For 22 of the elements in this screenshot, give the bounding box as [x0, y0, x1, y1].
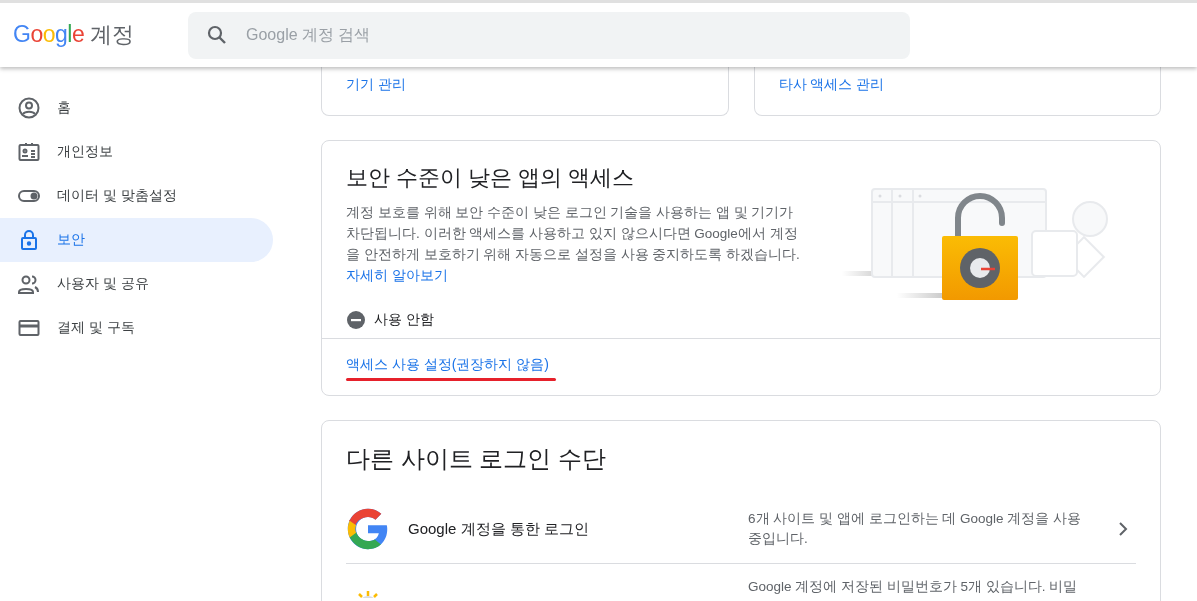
learn-more-link[interactable]: 자세히 알아보기: [346, 267, 448, 283]
row-description: 6개 사이트 및 앱에 로그인하는 데 Google 계정을 사용 중입니다.: [748, 510, 1083, 548]
sidebar-item[interactable]: 결제 및 구독: [0, 306, 273, 350]
google-logo[interactable]: Google: [13, 21, 85, 48]
enable-access-link[interactable]: 액세스 사용 설정(권장하지 않음): [346, 356, 549, 374]
card-description: 계정 보호를 위해 보안 수준이 낮은 로그인 기술을 사용하는 앱 및 기기가 차단됩니다. 이러한 액세스를 사용하고 있지 않으시다면 Google에서 계정을 안전하게 보호하기 위해 자동으로 설정을 사용 중지하도록 하겠습니다. 자세히 알아보기: [346, 204, 801, 285]
link[interactable]: 타사 액세스 관리: [778, 76, 885, 92]
sidebar-item[interactable]: 개인정보: [0, 130, 273, 174]
sidebar-item[interactable]: 사용자 및 공유: [0, 262, 273, 306]
status-label: 사용 안함: [374, 311, 434, 329]
card-title: 보안 수준이 낮은 앱의 액세스: [346, 164, 636, 192]
sidebar-item[interactable]: 데이터 및 맞춤설정: [0, 174, 273, 218]
sidebar-item[interactable]: 보안: [0, 218, 273, 262]
search-field[interactable]: Google 계정 검색: [188, 11, 910, 59]
signin-row[interactable]: Google 계정을 통한 로그인 6개 사이트 및 앱에 로그인하는 데 Google 계정을 사용 중입니다.: [346, 495, 1136, 564]
link[interactable]: 기기 관리: [346, 76, 406, 92]
row-description: Google 계정에 저장된 비밀번호가 5개 있습니다. 비밀: [748, 578, 1079, 596]
signin-row[interactable]: Google 계정에 저장된 비밀번호가 5개 있습니다. 비밀: [346, 564, 1136, 601]
sidebar-item[interactable]: 홈: [0, 86, 273, 130]
card-title: 다른 사이트 로그인 수단: [346, 444, 607, 474]
product-name: 계정: [90, 21, 135, 49]
row-title: Google 계정을 통한 로그인: [408, 519, 590, 539]
